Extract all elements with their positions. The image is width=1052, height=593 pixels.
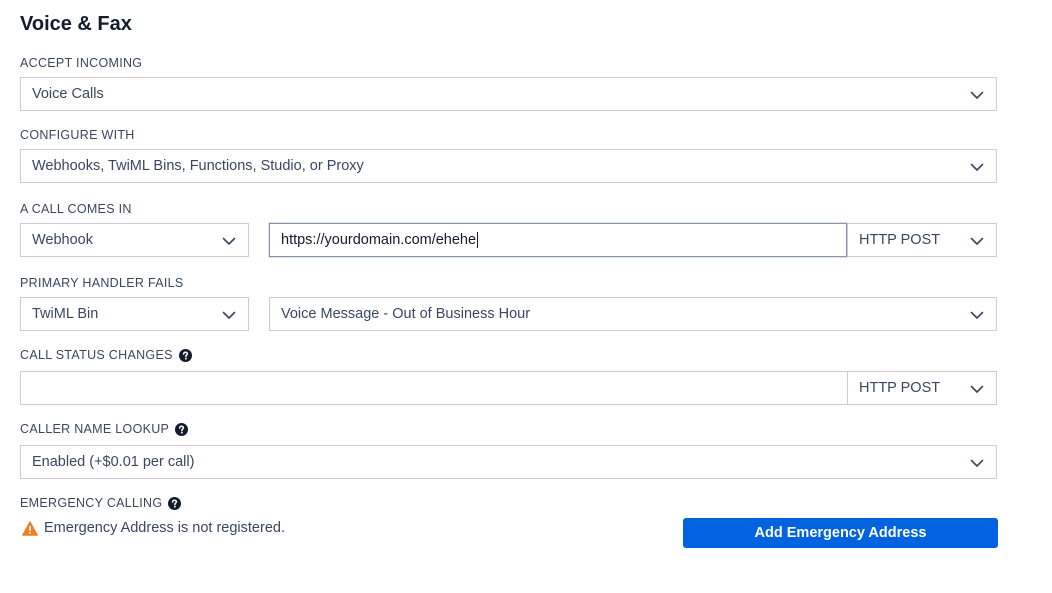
caller-name-lookup-label: CALLER NAME LOOKUP <box>20 421 188 437</box>
help-icon[interactable] <box>179 349 192 362</box>
caller-name-lookup-label-text: CALLER NAME LOOKUP <box>20 422 170 436</box>
configure-with-select[interactable]: Webhooks, TwiML Bins, Functions, Studio,… <box>20 149 997 183</box>
accept-incoming-label: ACCEPT INCOMING <box>20 56 143 70</box>
emergency-warning-text: Emergency Address is not registered. <box>44 520 285 536</box>
emergency-warning: Emergency Address is not registered. <box>22 520 285 536</box>
primary-handler-fails-type-value: TwiML Bin <box>32 306 99 322</box>
primary-handler-fails-type-select[interactable]: TwiML Bin <box>20 297 249 331</box>
chevron-down-icon <box>222 234 236 248</box>
call-comes-in-handler-select[interactable]: Webhook <box>20 223 249 257</box>
call-comes-in-label: A CALL COMES IN <box>20 202 132 216</box>
chevron-down-icon <box>970 382 984 396</box>
accept-incoming-value: Voice Calls <box>32 86 104 102</box>
configure-with-value: Webhooks, TwiML Bins, Functions, Studio,… <box>32 158 364 174</box>
emergency-calling-label-text: EMERGENCY CALLING <box>20 496 163 510</box>
primary-handler-fails-label: PRIMARY HANDLER FAILS <box>20 276 184 290</box>
text-cursor <box>477 232 479 248</box>
accept-incoming-select[interactable]: Voice Calls <box>20 77 997 111</box>
caller-name-lookup-select[interactable]: Enabled (+$0.01 per call) <box>20 445 997 479</box>
call-comes-in-url-value: https://yourdomain.com/ehehe <box>281 232 477 248</box>
call-comes-in-handler-value: Webhook <box>32 232 93 248</box>
caller-name-lookup-value: Enabled (+$0.01 per call) <box>32 454 195 470</box>
help-icon[interactable] <box>175 423 188 436</box>
chevron-down-icon <box>970 88 984 102</box>
emergency-calling-label: EMERGENCY CALLING <box>20 495 181 511</box>
configure-with-label: CONFIGURE WITH <box>20 128 135 142</box>
chevron-down-icon <box>222 308 236 322</box>
chevron-down-icon <box>970 308 984 322</box>
add-emergency-address-button[interactable]: Add Emergency Address <box>683 518 998 548</box>
section-title: Voice & Fax <box>20 13 132 35</box>
call-status-changes-label: CALL STATUS CHANGES <box>20 347 192 363</box>
chevron-down-icon <box>970 234 984 248</box>
call-status-changes-method-select[interactable]: HTTP POST <box>847 371 997 405</box>
primary-handler-fails-bin-select[interactable]: Voice Message - Out of Business Hour <box>269 297 997 331</box>
help-icon[interactable] <box>168 497 181 510</box>
call-status-changes-url-input[interactable] <box>20 371 848 405</box>
call-status-changes-label-text: CALL STATUS CHANGES <box>20 348 173 362</box>
call-comes-in-url-input[interactable]: https://yourdomain.com/ehehe <box>269 223 847 257</box>
warning-icon <box>22 520 38 536</box>
primary-handler-fails-bin-value: Voice Message - Out of Business Hour <box>281 306 531 322</box>
chevron-down-icon <box>970 160 984 174</box>
chevron-down-icon <box>970 456 984 470</box>
call-comes-in-method-select[interactable]: HTTP POST <box>847 223 997 257</box>
